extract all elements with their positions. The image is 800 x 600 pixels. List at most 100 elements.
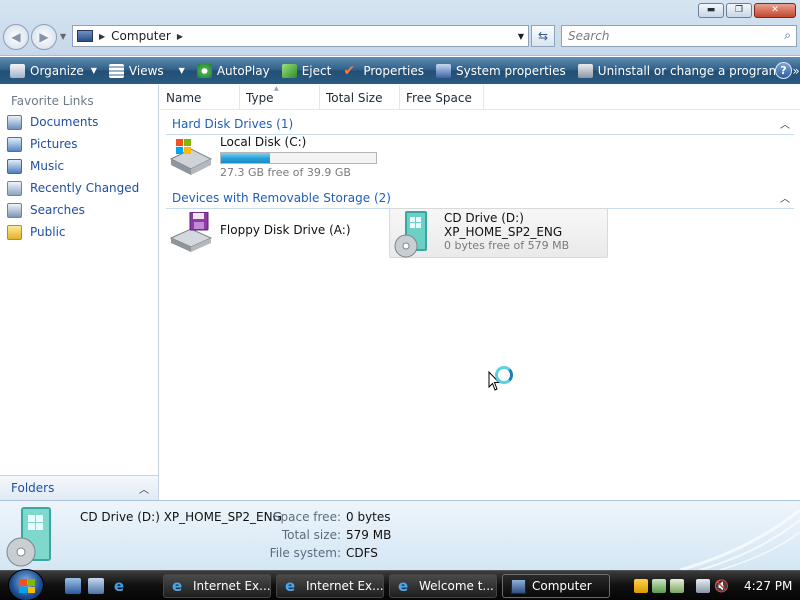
internet-explorer-icon[interactable]: e [111, 578, 127, 594]
show-desktop-icon[interactable] [65, 578, 81, 594]
address-dropdown-icon[interactable]: ▼ [518, 32, 524, 41]
cd-drive-icon [6, 507, 51, 567]
search-input[interactable]: Search ⌕ [561, 25, 797, 47]
group-title: Devices with Removable Storage (2) [172, 191, 391, 205]
public-folder-icon [7, 224, 22, 240]
cd-drive-icon [394, 211, 427, 258]
tray-app-icon-2[interactable] [670, 579, 684, 593]
autoplay-icon [196, 63, 212, 78]
tray-app-icon[interactable] [652, 579, 666, 593]
notification-area: 🔇 4:27 PM [628, 574, 800, 598]
search-icon[interactable]: ⌕ [784, 28, 791, 43]
group-header-removable-storage[interactable]: Devices with Removable Storage (2) ︿ [166, 187, 794, 209]
file-system-value: CDFS [346, 546, 378, 560]
overflow-chevron-icon: » [792, 63, 800, 78]
folders-label: Folders [11, 481, 55, 495]
favorite-link-music[interactable]: Music [0, 155, 158, 177]
close-button[interactable]: ✕ [754, 3, 796, 18]
busy-spinner-icon [495, 366, 513, 384]
group-header-hard-disk-drives[interactable]: Hard Disk Drives (1) ︿ [166, 113, 794, 135]
refresh-button[interactable]: ⇆ [531, 25, 555, 47]
volume-muted-icon[interactable]: 🔇 [714, 579, 729, 593]
minimize-button[interactable]: ▬ [698, 3, 724, 18]
navigation-pane: Favorite Links Documents Pictures Music … [0, 85, 159, 500]
address-bar[interactable]: ▶ Computer ▶ ▼ [72, 25, 529, 47]
autoplay-label: AutoPlay [216, 63, 270, 78]
switch-windows-icon[interactable] [88, 578, 104, 594]
taskbar-button-label: Computer [532, 579, 592, 593]
taskbar-button-internet-explorer-1[interactable]: e Internet Ex... [163, 574, 271, 598]
taskbar-button-label: Welcome t... [419, 579, 494, 593]
column-header-type[interactable]: Type [240, 85, 320, 109]
chevron-down-icon: ▼ [90, 66, 97, 75]
properties-button[interactable]: ✔ Properties [337, 59, 430, 83]
favorite-link-public[interactable]: Public [0, 221, 158, 243]
breadcrumb-separator-icon[interactable]: ▶ [177, 32, 183, 41]
folders-toggle[interactable]: Folders ︿ [0, 475, 158, 500]
taskbar-button-internet-explorer-2[interactable]: e Internet Ex... [276, 574, 384, 598]
system-properties-icon [435, 63, 451, 78]
windows-logo-icon [19, 579, 35, 593]
drive-floppy-a[interactable]: Floppy Disk Drive (A:) [168, 212, 351, 252]
decorative-swoosh [680, 510, 800, 570]
hard-disk-icon [169, 139, 213, 175]
network-icon[interactable] [696, 579, 710, 593]
drive-cd-d-selected[interactable]: CD Drive (D:) XP_HOME_SP2_ENG 0 bytes fr… [389, 208, 608, 258]
disk-usage-bar [220, 152, 377, 164]
eject-label: Eject [301, 63, 332, 78]
collapse-icon[interactable]: ︿ [780, 116, 790, 131]
eject-button[interactable]: Eject [276, 59, 338, 83]
drive-volume-label: XP_HOME_SP2_ENG [444, 225, 563, 239]
favorite-link-documents[interactable]: Documents [0, 111, 158, 133]
favorite-link-recently-changed[interactable]: Recently Changed [0, 177, 158, 199]
recent-pages-dropdown[interactable]: ▼ [60, 32, 66, 41]
drive-local-disk-c[interactable]: Local Disk (C:) 27.3 GB free of 39.9 GB [168, 135, 377, 179]
properties-label: Properties [363, 63, 424, 78]
autoplay-button[interactable]: AutoPlay [191, 59, 276, 83]
taskbar-button-label: Internet Ex... [193, 579, 271, 593]
favorite-link-label: Recently Changed [30, 181, 140, 195]
breadcrumb-computer[interactable]: Computer [111, 29, 171, 43]
maximize-button[interactable]: ❐ [726, 3, 752, 18]
start-button[interactable] [8, 569, 44, 600]
uninstall-program-button[interactable]: Uninstall or change a program [572, 59, 787, 83]
organize-button[interactable]: Organize ▼ [4, 59, 103, 83]
back-button[interactable]: ◀ [3, 24, 29, 50]
drive-name: Floppy Disk Drive (A:) [220, 223, 351, 237]
system-properties-button[interactable]: System properties [430, 59, 572, 83]
favorite-link-pictures[interactable]: Pictures [0, 133, 158, 155]
favorite-link-searches[interactable]: Searches [0, 199, 158, 221]
clock[interactable]: 4:27 PM [744, 579, 792, 593]
taskbar-button-label: Internet Ex... [306, 579, 384, 593]
total-size-value: 579 MB [346, 528, 392, 542]
forward-button[interactable]: ▶ [31, 24, 57, 50]
disk-usage-fill [221, 153, 270, 163]
column-header-total-size[interactable]: Total Size [320, 85, 400, 109]
back-arrow-icon: ◀ [11, 30, 21, 44]
column-header-free-space[interactable]: Free Space [400, 85, 484, 109]
taskbar: e e Internet Ex... e Internet Ex... e We… [0, 569, 800, 600]
views-button[interactable]: Views ▼ [103, 59, 191, 83]
favorite-link-label: Pictures [30, 137, 78, 151]
help-button[interactable]: ? [775, 62, 792, 79]
organize-label: Organize [30, 63, 84, 78]
searches-icon [7, 202, 22, 218]
drive-free-space: 0 bytes free of 579 MB [444, 239, 570, 252]
search-placeholder: Search [568, 29, 610, 43]
taskbar-button-computer[interactable]: Computer [502, 574, 610, 598]
security-shield-icon[interactable] [634, 579, 648, 593]
column-header-name[interactable]: Name [160, 85, 240, 109]
favorite-link-label: Music [30, 159, 65, 173]
window-controls: ▬ ❐ ✕ [698, 3, 796, 18]
file-system-label: File system: [269, 546, 341, 560]
views-icon [108, 63, 124, 78]
taskbar-button-welcome[interactable]: e Welcome t... [389, 574, 497, 598]
computer-icon [511, 578, 526, 594]
recently-changed-icon [7, 180, 22, 196]
drive-name: Local Disk (C:) [220, 135, 307, 149]
column-headers: Name Type Total Size Free Space [160, 85, 800, 110]
title-bar: ▬ ❐ ✕ ◀ ▶ ▼ ▶ Computer ▶ ▼ ⇆ Search ⌕ [0, 0, 800, 56]
collapse-icon[interactable]: ︿ [780, 190, 790, 205]
breadcrumb-separator-icon[interactable]: ▶ [99, 32, 105, 41]
space-free-label: Space free: [272, 510, 341, 524]
